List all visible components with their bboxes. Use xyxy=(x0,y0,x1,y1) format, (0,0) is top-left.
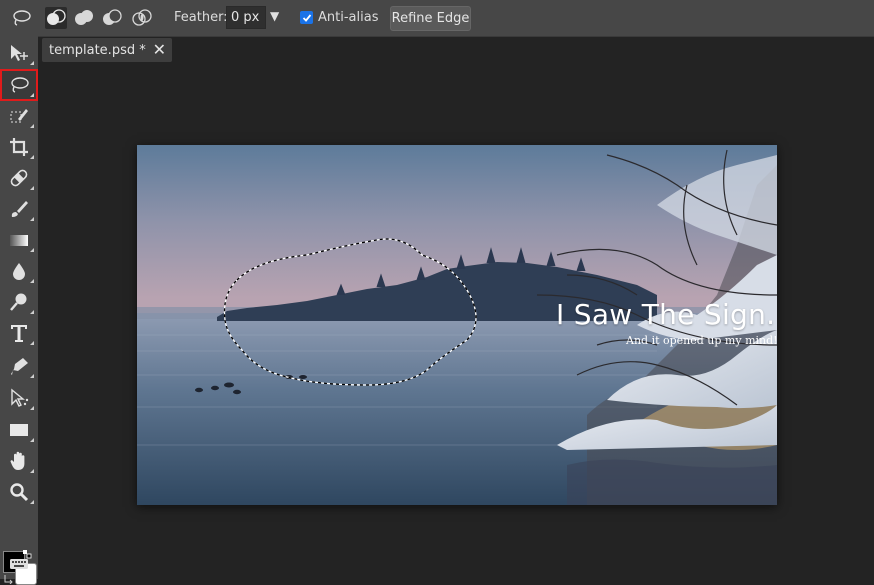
healing-tool[interactable] xyxy=(2,164,36,192)
type-tool[interactable] xyxy=(2,319,36,347)
rectangle-icon xyxy=(10,424,28,436)
brush-tool[interactable] xyxy=(2,195,36,223)
lasso-tool[interactable] xyxy=(0,69,38,101)
path-select-icon xyxy=(11,388,29,407)
options-bar: Feather: ▼ Anti-alias Refine Edge xyxy=(0,0,874,37)
antialias-checkbox[interactable] xyxy=(300,11,313,24)
hand-tool[interactable] xyxy=(2,447,36,475)
zoom-icon xyxy=(10,483,29,502)
pen-tool[interactable] xyxy=(2,352,36,380)
close-icon[interactable]: ✕ xyxy=(153,41,166,59)
brush-icon xyxy=(11,201,28,217)
add-to-selection-icon[interactable] xyxy=(73,7,95,29)
move-tool[interactable] xyxy=(2,39,36,67)
document-tab[interactable]: template.psd * ✕ xyxy=(42,38,172,62)
path-select-tool[interactable] xyxy=(2,384,36,412)
type-icon xyxy=(11,325,27,342)
crop-icon xyxy=(10,138,28,156)
gradient-icon xyxy=(10,235,28,246)
dodge-tool[interactable] xyxy=(2,288,36,316)
lasso-tool-icon xyxy=(11,77,29,93)
antialias-label[interactable]: Anti-alias xyxy=(318,10,378,25)
pen-icon xyxy=(11,358,28,375)
tools-panel xyxy=(0,36,38,585)
hand-icon xyxy=(10,451,25,470)
refine-edge-button[interactable]: Refine Edge xyxy=(390,6,471,31)
lasso-icon[interactable] xyxy=(10,7,32,29)
bandage-icon xyxy=(10,169,28,187)
canvas-headline: I Saw The Sign. xyxy=(556,298,776,331)
feather-dropdown-icon[interactable]: ▼ xyxy=(270,9,279,23)
rectangle-tool[interactable] xyxy=(2,416,36,444)
quick-selection-icon xyxy=(10,109,28,123)
canvas-subline: And it opened up my mind! xyxy=(626,334,778,347)
blur-tool[interactable] xyxy=(2,257,36,285)
feather-input[interactable] xyxy=(226,6,266,29)
subtract-from-selection-icon[interactable] xyxy=(101,7,123,29)
quick-selection-tool[interactable] xyxy=(2,102,36,130)
zoom-tool[interactable] xyxy=(2,478,36,506)
feather-label: Feather: xyxy=(174,10,228,25)
dodge-icon xyxy=(10,293,27,311)
move-icon xyxy=(11,45,28,61)
keyboard-icon xyxy=(10,559,28,569)
drop-icon xyxy=(13,263,25,280)
document-tab-label: template.psd * xyxy=(49,42,146,58)
intersect-selection-icon[interactable] xyxy=(131,7,153,29)
crop-tool[interactable] xyxy=(2,133,36,161)
keyboard-tool[interactable] xyxy=(2,550,36,578)
new-selection-icon[interactable] xyxy=(45,7,67,29)
gradient-tool[interactable] xyxy=(2,226,36,254)
